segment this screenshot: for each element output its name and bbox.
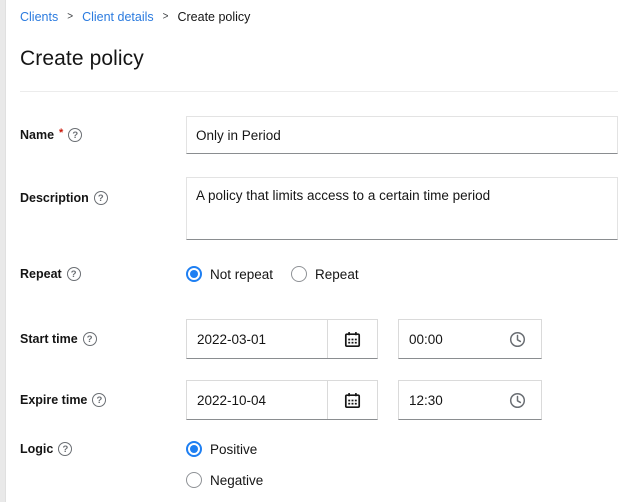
- form-row-logic: Logic ? Positive Negative: [20, 441, 618, 488]
- clock-icon-wrap: [509, 331, 541, 348]
- logic-label: Logic: [20, 442, 53, 456]
- name-control: [186, 116, 618, 154]
- help-icon[interactable]: ?: [92, 393, 106, 407]
- radio-label: Negative: [210, 473, 263, 488]
- description-textarea[interactable]: A policy that limits access to a certain…: [186, 177, 618, 240]
- radio-selected-icon[interactable]: [186, 266, 202, 282]
- expire-time-control: [186, 380, 618, 420]
- name-label-group: Name * ?: [20, 128, 186, 142]
- page-title: Create policy: [20, 47, 618, 91]
- help-icon[interactable]: ?: [58, 442, 72, 456]
- repeat-label-group: Repeat ?: [20, 267, 186, 281]
- name-input[interactable]: [186, 116, 618, 154]
- start-time-picker: [398, 319, 542, 359]
- help-icon[interactable]: ?: [67, 267, 81, 281]
- required-indicator: *: [59, 127, 63, 139]
- calendar-toggle-button[interactable]: [327, 381, 377, 419]
- form-row-description: Description ? A policy that limits acces…: [20, 177, 618, 240]
- radio-negative[interactable]: Negative: [186, 472, 618, 488]
- main-content: Clients > Client details > Create policy…: [6, 0, 618, 502]
- radio-unselected-icon[interactable]: [186, 472, 202, 488]
- form-row-start-time: Start time ?: [20, 319, 618, 359]
- help-icon[interactable]: ?: [94, 191, 108, 205]
- expire-time-input[interactable]: [399, 393, 509, 408]
- breadcrumb-separator-icon: >: [67, 10, 73, 22]
- clock-icon: [509, 392, 526, 409]
- radio-repeat[interactable]: Repeat: [291, 266, 359, 282]
- breadcrumb-separator-icon: >: [163, 10, 169, 22]
- expire-time-picker: [398, 380, 542, 420]
- radio-selected-icon[interactable]: [186, 441, 202, 457]
- repeat-label: Repeat: [20, 267, 62, 281]
- breadcrumb-link-client-details[interactable]: Client details: [82, 10, 154, 24]
- repeat-radio-group: Not repeat Repeat: [186, 266, 618, 282]
- description-label: Description: [20, 191, 89, 205]
- radio-not-repeat[interactable]: Not repeat: [186, 266, 273, 282]
- description-label-group: Description ?: [20, 177, 186, 205]
- calendar-icon: [344, 392, 361, 409]
- expire-time-label-group: Expire time ?: [20, 393, 186, 407]
- logic-label-group: Logic ?: [20, 441, 186, 456]
- expire-date-input[interactable]: [187, 381, 327, 419]
- logic-radio-group: Positive Negative: [186, 441, 618, 488]
- description-control: A policy that limits access to a certain…: [186, 177, 618, 240]
- radio-positive[interactable]: Positive: [186, 441, 618, 457]
- start-date-input[interactable]: [187, 320, 327, 358]
- clock-icon-wrap: [509, 392, 541, 409]
- breadcrumb-current: Create policy: [177, 10, 250, 24]
- radio-label: Not repeat: [210, 267, 273, 282]
- start-time-label: Start time: [20, 332, 78, 346]
- form-row-repeat: Repeat ? Not repeat Repeat: [20, 266, 618, 282]
- expire-date-picker: [186, 380, 378, 420]
- name-label: Name: [20, 128, 54, 142]
- help-icon[interactable]: ?: [83, 332, 97, 346]
- start-time-control: [186, 319, 618, 359]
- breadcrumb: Clients > Client details > Create policy: [20, 8, 618, 25]
- form-row-name: Name * ?: [20, 116, 618, 154]
- page-header: Clients > Client details > Create policy…: [20, 0, 618, 92]
- calendar-toggle-button[interactable]: [327, 320, 377, 358]
- radio-unselected-icon[interactable]: [291, 266, 307, 282]
- radio-label: Positive: [210, 442, 257, 457]
- radio-label: Repeat: [315, 267, 359, 282]
- start-time-input[interactable]: [399, 332, 509, 347]
- breadcrumb-link-clients[interactable]: Clients: [20, 10, 58, 24]
- expire-time-label: Expire time: [20, 393, 87, 407]
- help-icon[interactable]: ?: [68, 128, 82, 142]
- calendar-icon: [344, 331, 361, 348]
- form-row-expire-time: Expire time ?: [20, 380, 618, 420]
- start-date-picker: [186, 319, 378, 359]
- start-time-label-group: Start time ?: [20, 332, 186, 346]
- screen: Clients > Client details > Create policy…: [0, 0, 618, 502]
- clock-icon: [509, 331, 526, 348]
